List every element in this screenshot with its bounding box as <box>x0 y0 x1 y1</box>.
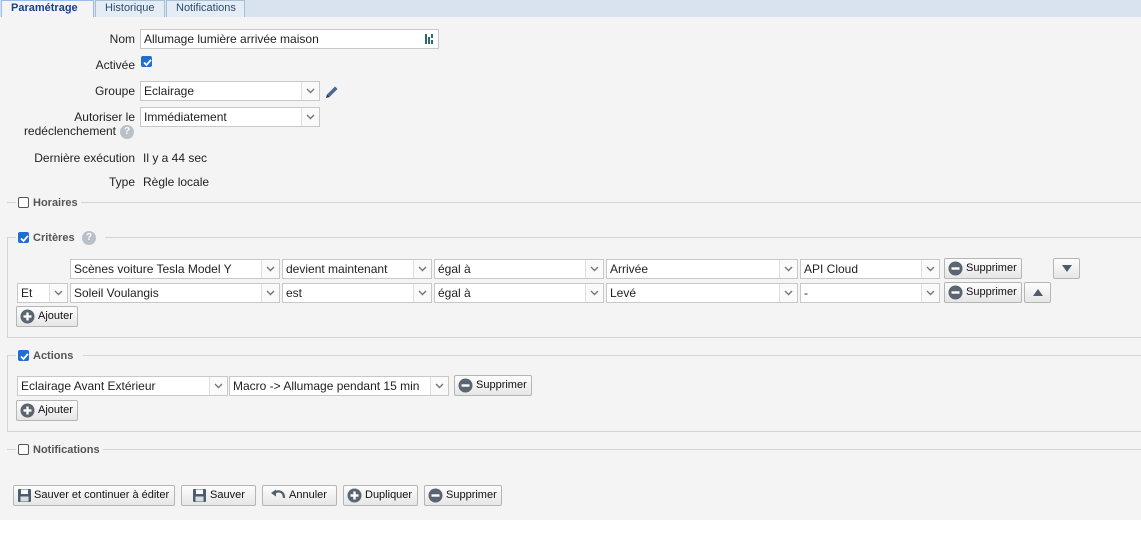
tab-historique[interactable]: Historique <box>95 0 165 17</box>
plus-circle-icon <box>20 309 35 324</box>
save-continue-button[interactable]: Sauver et continuer à éditer <box>13 485 175 506</box>
criteria-add-button[interactable]: Ajouter <box>16 306 78 327</box>
minus-circle-icon <box>428 488 443 503</box>
triangle-up-icon <box>1033 289 1043 296</box>
horaires-legend: Horaires <box>16 196 81 210</box>
cancel-button[interactable]: Annuler <box>262 485 337 506</box>
chevron-down-icon[interactable] <box>779 284 797 302</box>
autoriser-label-line1: Autoriser le <box>74 110 135 124</box>
check-icon <box>143 59 152 67</box>
criteres-title: Critères <box>33 232 75 244</box>
minus-circle-icon <box>948 285 963 300</box>
horaires-checkbox[interactable] <box>18 197 29 208</box>
variables-icon[interactable] <box>424 33 436 45</box>
move-down-button[interactable] <box>1053 258 1080 279</box>
minus-circle-icon <box>458 378 473 393</box>
floppy-disk-icon <box>18 489 31 502</box>
criteria-device-select[interactable]: Soleil Voulangis <box>70 283 280 303</box>
undo-icon <box>271 489 286 499</box>
criteria-value-select[interactable]: Levé <box>606 283 798 303</box>
criteria-source-select[interactable]: API Cloud <box>800 259 940 279</box>
criteria-value-select[interactable]: Arrivée <box>606 259 798 279</box>
chevron-down-icon[interactable] <box>49 284 67 302</box>
criteria-operator-select[interactable]: égal à <box>434 259 604 279</box>
action-select[interactable]: Macro -> Allumage pendant 15 min <box>229 376 449 396</box>
notifications-divider <box>7 449 1141 450</box>
action-add-button[interactable]: Ajouter <box>16 400 78 421</box>
criteria-delete-button[interactable]: Supprimer <box>944 282 1022 303</box>
tab-notifications[interactable]: Notifications <box>166 0 245 17</box>
actions-checkbox[interactable] <box>18 350 29 361</box>
notifications-title: Notifications <box>33 444 100 456</box>
criteria-delete-button[interactable]: Supprimer <box>944 258 1022 279</box>
type-value: Règle locale <box>143 175 210 189</box>
criteria-source-select[interactable]: - <box>800 283 940 303</box>
criteria-device-select[interactable]: Scènes voiture Tesla Model Y <box>70 259 280 279</box>
action-device-select[interactable]: Eclairage Avant Extérieur <box>17 376 228 396</box>
derniere-execution-label: Dernière exécution <box>34 151 135 165</box>
chevron-down-icon[interactable] <box>921 260 939 278</box>
nom-label: Nom <box>109 32 135 46</box>
move-up-button[interactable] <box>1024 282 1051 303</box>
action-delete-button[interactable]: Supprimer <box>454 375 532 396</box>
criteres-legend: Critères ? <box>16 231 105 245</box>
criteria-condition-select[interactable]: devient maintenant <box>282 259 432 279</box>
chevron-down-icon[interactable] <box>209 377 227 395</box>
chevron-down-icon[interactable] <box>301 108 319 126</box>
tab-parametrage[interactable]: Paramétrage <box>1 0 94 18</box>
redeclenchement-select[interactable]: Immédiatement <box>140 107 320 127</box>
save-button[interactable]: Sauver <box>181 485 256 506</box>
chevron-down-icon[interactable] <box>261 284 279 302</box>
chevron-down-icon[interactable] <box>921 284 939 302</box>
check-icon <box>20 353 29 361</box>
activee-label: Activée <box>95 58 135 72</box>
plus-circle-icon <box>20 403 35 418</box>
autoriser-label-line2: redéclenchement <box>23 124 116 138</box>
nom-value: Allumage lumière arrivée maison <box>144 32 319 46</box>
floppy-disk-icon <box>193 489 206 502</box>
tab-bar: Paramétrage Historique Notifications <box>0 0 1141 18</box>
criteria-condition-select[interactable]: est <box>282 283 432 303</box>
type-label: Type <box>108 175 135 189</box>
actions-legend: Actions <box>16 349 83 363</box>
criteria-operator-select[interactable]: égal à <box>434 283 604 303</box>
derniere-execution-value: Il y a 44 sec <box>143 151 208 165</box>
duplicate-plus-icon <box>347 488 362 503</box>
groupe-select[interactable]: Eclairage <box>140 81 320 101</box>
chevron-down-icon[interactable] <box>585 284 603 302</box>
minus-circle-icon <box>948 261 963 276</box>
activee-checkbox[interactable] <box>141 56 152 67</box>
duplicate-button[interactable]: Dupliquer <box>343 485 418 506</box>
help-icon[interactable]: ? <box>120 125 134 139</box>
delete-rule-button[interactable]: Supprimer <box>424 485 502 506</box>
horaires-title: Horaires <box>33 197 78 209</box>
chevron-down-icon[interactable] <box>261 260 279 278</box>
groupe-label: Groupe <box>94 84 135 98</box>
horaires-divider <box>7 202 1141 203</box>
nom-input[interactable]: Allumage lumière arrivée maison <box>140 29 439 49</box>
edit-group-pencil-icon[interactable] <box>324 84 340 100</box>
actions-title: Actions <box>33 350 74 362</box>
triangle-down-icon <box>1062 265 1072 272</box>
chevron-down-icon[interactable] <box>585 260 603 278</box>
check-icon <box>20 235 29 243</box>
chevron-down-icon[interactable] <box>430 377 448 395</box>
chevron-down-icon[interactable] <box>413 284 431 302</box>
chevron-down-icon[interactable] <box>301 82 319 100</box>
notifications-checkbox[interactable] <box>18 444 29 455</box>
chevron-down-icon[interactable] <box>779 260 797 278</box>
notifications-legend: Notifications <box>16 443 103 457</box>
criteria-connector-select[interactable]: Et <box>17 283 68 303</box>
help-icon[interactable]: ? <box>82 231 96 245</box>
chevron-down-icon[interactable] <box>413 260 431 278</box>
criteres-checkbox[interactable] <box>18 232 29 243</box>
